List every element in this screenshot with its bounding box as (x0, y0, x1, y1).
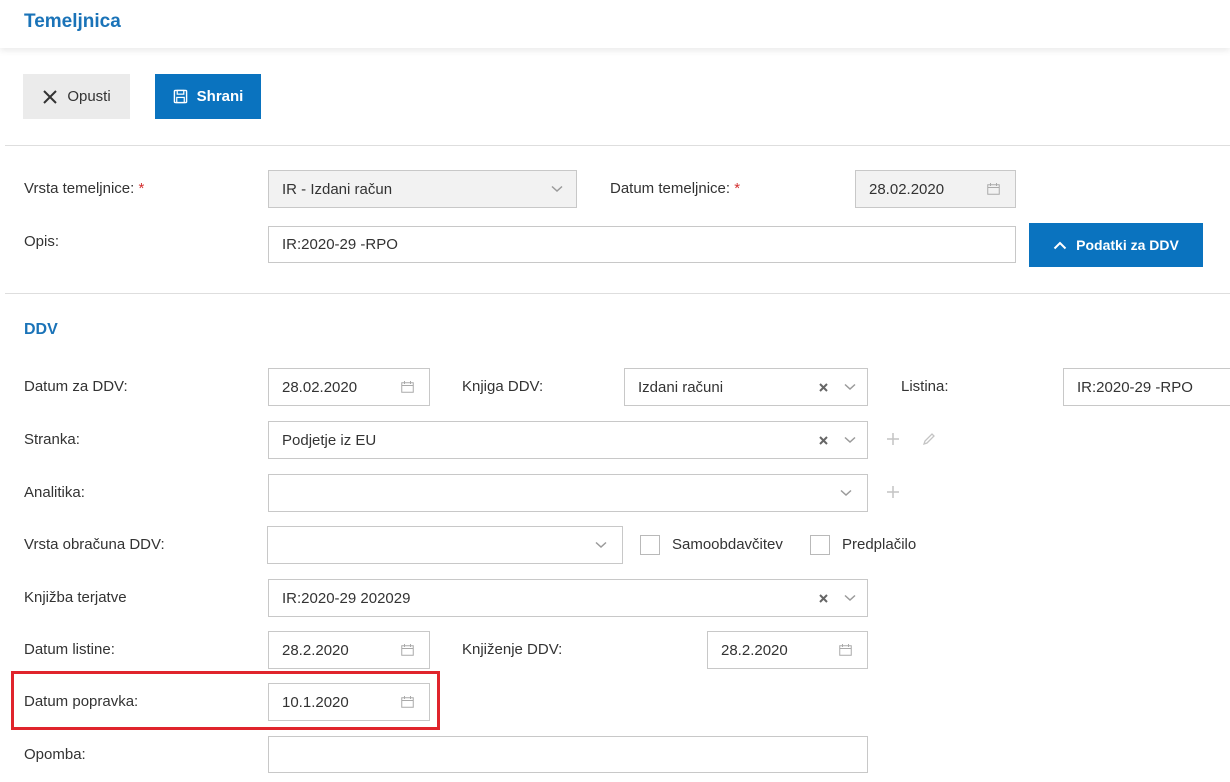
add-analitika-icon[interactable] (884, 483, 902, 501)
analitika-select[interactable] (268, 474, 868, 512)
listina-label: Listina: (901, 378, 949, 395)
knjizenje-ddv-input[interactable]: 28.2.2020 (707, 631, 868, 669)
predplacilo-checkbox[interactable] (810, 535, 830, 555)
chevron-down-icon[interactable] (833, 383, 867, 391)
podatki-za-ddv-button[interactable]: Podatki za DDV (1029, 223, 1203, 267)
podatki-za-ddv-label: Podatki za DDV (1076, 237, 1179, 253)
knjizba-terjatve-select[interactable]: IR:2020-29 202029 (268, 579, 868, 617)
divider (5, 145, 1230, 146)
clear-icon[interactable] (813, 382, 833, 392)
knjiga-ddv-select[interactable]: Izdani računi (624, 368, 868, 406)
calendar-icon[interactable] (971, 183, 1015, 195)
samoobdavcitev-checkbox[interactable] (640, 535, 660, 555)
datum-temeljnice-label: Datum temeljnice: * (610, 180, 741, 197)
save-button[interactable]: Shrani (155, 74, 261, 119)
chevron-down-icon[interactable] (833, 594, 867, 602)
chevron-down-icon[interactable] (833, 436, 867, 444)
datum-za-ddv-label: Datum za DDV: (24, 378, 128, 395)
close-icon (42, 89, 67, 105)
opis-input[interactable]: IR:2020-29 -RPO (268, 226, 1016, 263)
cancel-button[interactable]: Opusti (23, 74, 130, 119)
predplacilo-label: Predplačilo (842, 536, 917, 553)
vrsta-obracuna-label: Vrsta obračuna DDV: (24, 536, 165, 553)
highlight-box (11, 671, 440, 730)
datum-listine-input[interactable]: 28.2.2020 (268, 631, 430, 669)
knjizenje-ddv-label: Knjiženje DDV: (462, 641, 563, 658)
stranka-select[interactable]: Podjetje iz EU (268, 421, 868, 459)
opomba-label: Opomba: (24, 746, 86, 763)
edit-stranka-icon[interactable] (920, 430, 938, 448)
required-mark: * (734, 180, 741, 197)
opis-label: Opis: (24, 233, 60, 250)
clear-icon[interactable] (813, 593, 833, 603)
knjizba-terjatve-label: Knjižba terjatve (24, 589, 127, 606)
calendar-icon[interactable] (385, 644, 429, 656)
samoobdavcitev-label: Samoobdavčitev (672, 536, 783, 553)
required-mark: * (138, 180, 145, 197)
divider (5, 293, 1230, 294)
save-icon (173, 89, 197, 104)
datum-listine-label: Datum listine: (24, 641, 115, 658)
add-stranka-icon[interactable] (884, 430, 902, 448)
save-button-label: Shrani (196, 88, 244, 105)
analitika-label: Analitika: (24, 484, 85, 501)
calendar-icon[interactable] (823, 644, 867, 656)
section-title-ddv: DDV (24, 321, 58, 338)
chevron-down-icon[interactable] (825, 489, 867, 497)
chevron-down-icon[interactable] (580, 541, 622, 549)
stranka-label: Stranka: (24, 431, 80, 448)
vrsta-temeljnice-label: Vrsta temeljnice: * (24, 180, 145, 197)
chevron-down-icon[interactable] (538, 185, 576, 193)
listina-input[interactable]: IR:2020-29 -RPO (1063, 368, 1230, 406)
knjiga-ddv-label: Knjiga DDV: (462, 378, 544, 395)
clear-icon[interactable] (813, 435, 833, 445)
cancel-button-label: Opusti (67, 88, 111, 105)
vrsta-obracuna-select[interactable] (267, 526, 623, 564)
datum-temeljnice-input[interactable]: 28.02.2020 (855, 170, 1016, 208)
page-header (0, 0, 1230, 48)
datum-za-ddv-input[interactable]: 28.02.2020 (268, 368, 430, 406)
chevron-up-icon (1053, 241, 1076, 250)
calendar-icon[interactable] (385, 381, 429, 393)
page-title: Temeljnica (24, 11, 121, 32)
vrsta-temeljnice-select[interactable]: IR - Izdani račun (268, 170, 577, 208)
opomba-input[interactable] (268, 736, 868, 773)
